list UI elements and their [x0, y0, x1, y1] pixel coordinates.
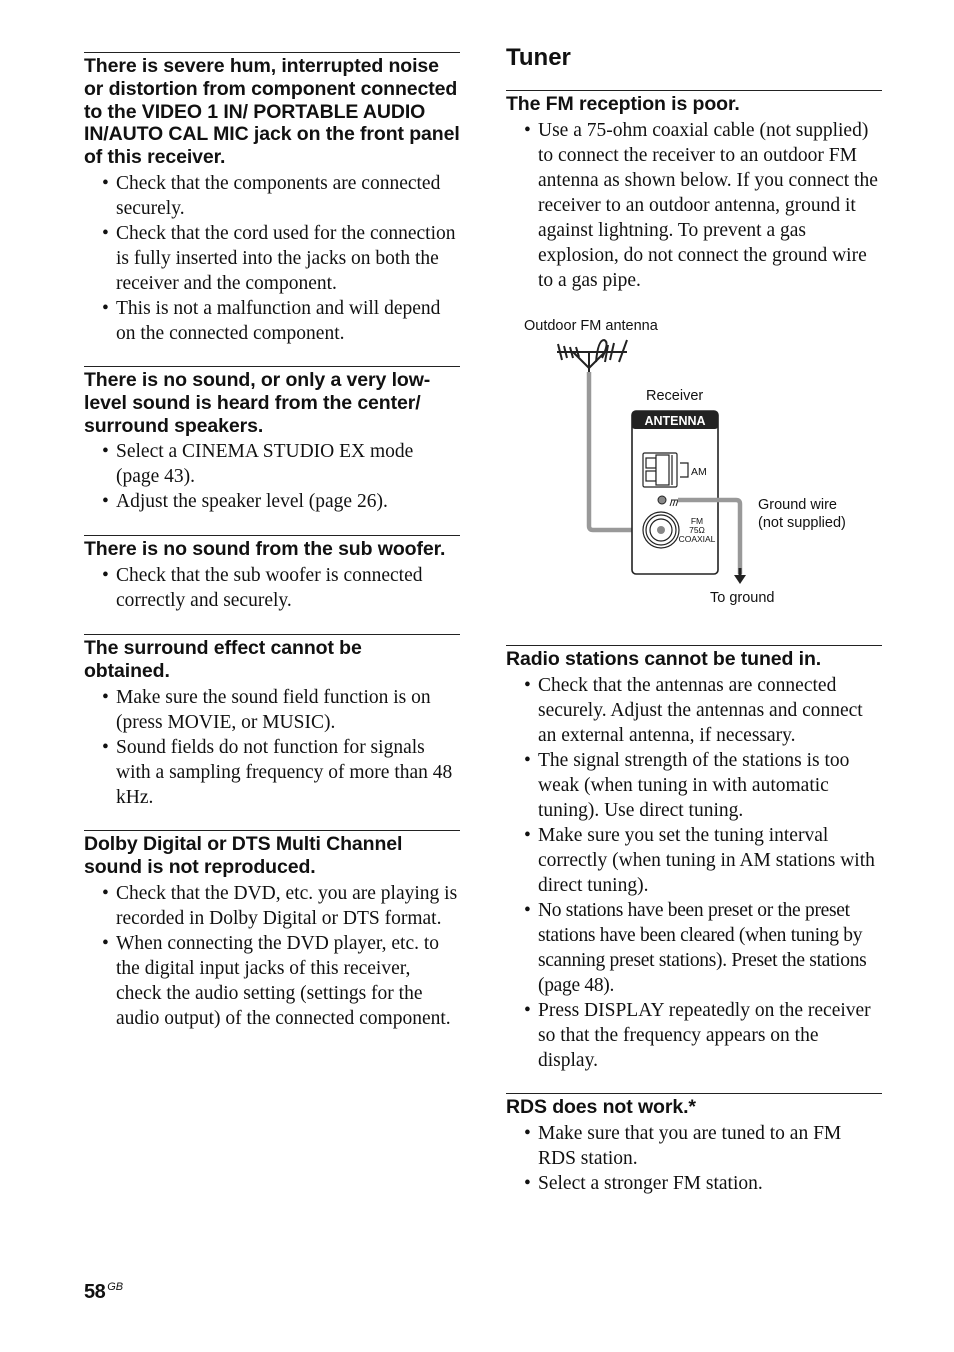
section-fm-reception: The FM reception is poor. • Use a 75-ohm …	[506, 90, 882, 293]
bullet-list: • Make sure that you are tuned to an FM R…	[506, 1121, 882, 1196]
coaxial-cable	[586, 372, 661, 533]
am-label: AM	[691, 466, 707, 478]
section-heading: The surround effect cannot be obtained.	[84, 637, 362, 682]
list-item: • Make sure that you are tuned to an FM R…	[524, 1122, 842, 1169]
outdoor-antenna-label: Outdoor FM antenna	[524, 318, 659, 334]
section-heading: The FM reception is poor.	[506, 93, 740, 115]
ground-wire	[678, 497, 743, 574]
outdoor-fm-antenna-icon	[557, 338, 628, 372]
list-item: • No stations have been preset or the pre…	[524, 899, 867, 996]
page-number: 58 GB	[84, 1281, 124, 1303]
section-heading: Dolby Digital or DTS Multi Channel sound…	[84, 833, 403, 878]
section-rds: RDS does not work.* • Make sure that you …	[506, 1093, 882, 1196]
list-item: • Check that the cord used for the connec…	[102, 222, 456, 294]
ground-symbol-icon	[669, 499, 679, 507]
ground-wire-label: Ground wire	[758, 497, 837, 513]
section-stations-not-tuned: Radio stations cannot be tuned in. • Chec…	[506, 645, 882, 1073]
bullet-list: • Check that the sub woofer is connected …	[84, 563, 460, 613]
list-item: • Check that the sub woofer is connected …	[102, 564, 423, 611]
section-heading: Radio stations cannot be tuned in.	[506, 648, 822, 670]
arrow-down-icon	[734, 575, 746, 584]
bullet-list: • Select a CINEMA STUDIO EX mode (page 43…	[84, 439, 460, 514]
list-item: • The signal strength of the stations is …	[524, 749, 850, 821]
fm-coaxial-connector-icon	[642, 511, 680, 549]
fm-impedance-label: 75Ω	[689, 525, 705, 535]
list-item: • Use a 75-ohm coaxial cable (not supplie…	[524, 119, 878, 291]
list-item: • Select a CINEMA STUDIO EX mode (page 43…	[102, 441, 414, 488]
section-dolby-dts: Dolby Digital or DTS Multi Channel sound…	[84, 830, 460, 1031]
section-heading: There is no sound from the sub woofer.	[84, 538, 446, 560]
fm-label: FM	[691, 516, 703, 526]
receiver-label: Receiver	[646, 388, 703, 404]
bullet-list: • Check that the components are connected…	[84, 171, 460, 346]
list-item: • Make sure you set the tuning interval c…	[524, 824, 875, 896]
bullet-list: • Make sure the sound field function is o…	[84, 685, 460, 810]
list-item: • Sound fields do not function for signal…	[102, 736, 453, 808]
list-item: • Press DISPLAY repeatedly on the receive…	[524, 999, 871, 1071]
antenna-panel-label: ANTENNA	[644, 414, 705, 428]
section-heading: RDS does not work.*	[506, 1096, 696, 1118]
ground-wire-note: (not supplied)	[758, 515, 846, 531]
ground-screw-icon	[657, 495, 667, 505]
list-item: • Check that the components are connected…	[102, 172, 441, 219]
page-title: Tuner	[506, 44, 571, 71]
bullet-list: • Check that the DVD, etc. you are playin…	[84, 881, 460, 1031]
list-item: • Check that the antennas are connected s…	[524, 674, 863, 746]
section-heading: There is no sound, or only a very low-le…	[84, 369, 431, 437]
list-item: • Select a stronger FM station.	[524, 1172, 763, 1194]
bullet-list: • Check that the antennas are connected s…	[506, 673, 882, 1073]
list-item: • Adjust the speaker level (page 26).	[102, 491, 388, 513]
section-hum-noise: There is severe hum, interrupted noise o…	[84, 52, 460, 346]
am-terminal-icon	[642, 452, 689, 488]
section-no-sound-subwoofer: There is no sound from the sub woofer. •…	[84, 535, 460, 613]
list-item: • Check that the DVD, etc. you are playin…	[102, 882, 458, 929]
list-item: • This is not a malfunction and will depe…	[102, 297, 441, 344]
section-heading: There is severe hum, interrupted noise o…	[84, 55, 460, 169]
list-item: • Make sure the sound field function is o…	[102, 686, 431, 733]
section-surround-effect: The surround effect cannot be obtained. …	[84, 634, 460, 810]
section-no-sound-center: There is no sound, or only a very low-le…	[84, 366, 460, 514]
list-item: • When connecting the DVD player, etc. to…	[102, 932, 451, 1029]
page-locale-suffix: GB	[107, 1281, 124, 1293]
fm-coaxial-label: COAXIAL	[679, 534, 716, 544]
to-ground-label: To ground	[710, 590, 775, 606]
receiver-antenna-panel: ANTENNA AM FM 75Ω COAXIAL	[631, 410, 719, 575]
bullet-list: • Use a 75-ohm coaxial cable (not supplie…	[506, 118, 882, 293]
